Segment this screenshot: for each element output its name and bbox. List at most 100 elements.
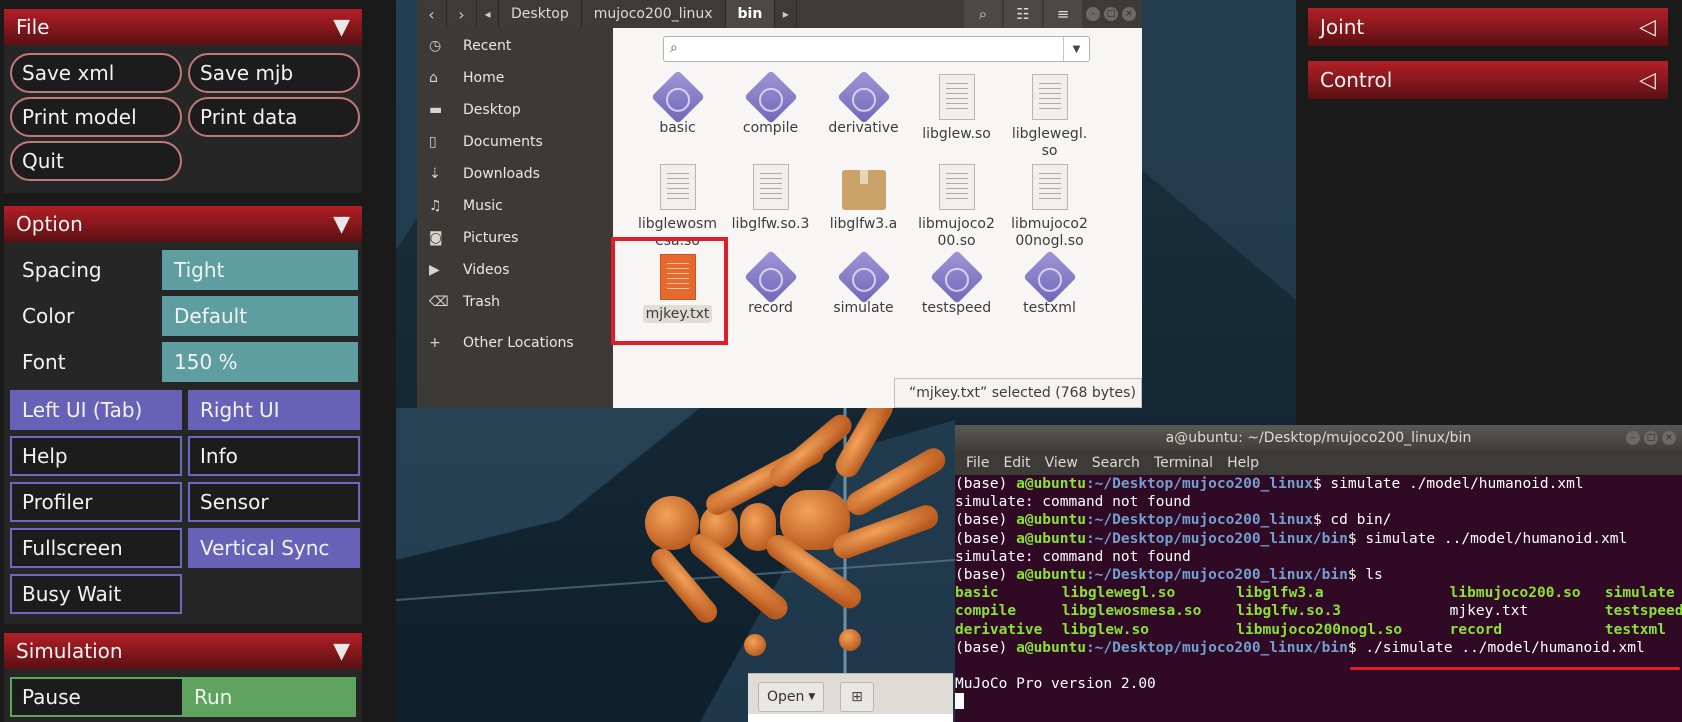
font-select[interactable]: 150 % xyxy=(162,342,358,382)
terminal-line: simulate: command not found xyxy=(955,548,1682,566)
sidebar-item-downloads[interactable]: ⇣ Downloads xyxy=(417,158,613,190)
profiler-checkbox[interactable]: Profiler xyxy=(10,482,182,522)
file-item[interactable]: libglew.so xyxy=(910,74,1003,143)
file-item[interactable]: simulate xyxy=(817,250,910,317)
menu-edit[interactable]: Edit xyxy=(996,455,1037,471)
file-item[interactable]: testxml xyxy=(1003,250,1096,317)
collapse-triangle-icon: ▼ xyxy=(333,638,350,664)
file-item[interactable]: derivative xyxy=(817,70,910,137)
close-icon[interactable]: × xyxy=(1662,431,1676,445)
sidebar-item-pictures[interactable]: ◙ Pictures xyxy=(417,222,613,254)
executable-icon xyxy=(743,250,798,304)
file-item[interactable]: libmujoco2 00.so xyxy=(910,164,1003,250)
menu-view[interactable]: View xyxy=(1038,455,1085,471)
sidebar-item-documents[interactable]: ▯ Documents xyxy=(417,126,613,158)
joint-section-header[interactable]: Joint ◁ xyxy=(1308,8,1668,46)
help-checkbox[interactable]: Help xyxy=(10,436,182,476)
terminal-window[interactable]: a@ubuntu: ~/Desktop/mujoco200_linux/bin … xyxy=(955,425,1682,722)
breadcrumb-mujoco200-linux[interactable]: mujoco200_linux xyxy=(582,0,726,28)
video-icon: ▶ xyxy=(429,262,440,278)
open-button[interactable]: Open ▼ xyxy=(758,682,825,712)
print-model-button[interactable]: Print model xyxy=(10,97,182,137)
right-ui-checkbox[interactable]: Right UI xyxy=(188,390,360,430)
color-select[interactable]: Default xyxy=(162,296,358,336)
maximize-icon[interactable]: □ xyxy=(1644,431,1658,445)
breadcrumb-desktop[interactable]: Desktop xyxy=(499,0,582,28)
busy-wait-checkbox[interactable]: Busy Wait xyxy=(10,574,182,614)
quit-button[interactable]: Quit xyxy=(10,141,182,181)
collapse-triangle-icon: ▼ xyxy=(333,211,350,237)
plus-icon: + xyxy=(429,335,441,351)
file-item[interactable]: libglfw3.a xyxy=(817,164,910,233)
pause-radio[interactable]: Pause xyxy=(10,677,184,717)
ls-entry: testxml xyxy=(1604,621,1666,638)
file-section-header[interactable]: File ▼ xyxy=(4,9,362,45)
simulation-section-header[interactable]: Simulation ▼ xyxy=(4,633,362,669)
terminal-output[interactable]: (base) a@ubuntu :~/Desktop/mujoco200_linu… xyxy=(955,475,1682,711)
pin-icon[interactable]: ⊞ xyxy=(840,682,874,712)
prompt-user: a@ubuntu xyxy=(1016,476,1086,492)
breadcrumb-left-icon[interactable]: ◂ xyxy=(477,0,499,28)
sidebar-item-label: Downloads xyxy=(463,166,540,182)
info-checkbox[interactable]: Info xyxy=(188,436,360,476)
prompt-user: a@ubuntu xyxy=(1016,567,1086,584)
menu-icon[interactable]: ≡ xyxy=(1044,0,1082,28)
sidebar-item-other-locations[interactable]: + Other Locations xyxy=(417,327,613,359)
save-mjb-button[interactable]: Save mjb xyxy=(188,53,360,93)
fullscreen-checkbox[interactable]: Fullscreen xyxy=(10,528,182,568)
chevron-down-icon[interactable]: ▼ xyxy=(1063,37,1089,61)
file-icon xyxy=(752,164,789,210)
prompt-path: :~/Desktop/mujoco200_linux/bin xyxy=(1085,530,1348,547)
sidebar-item-videos[interactable]: ▶ Videos xyxy=(417,254,613,286)
file-item[interactable]: compile xyxy=(724,70,817,137)
sidebar-item-label: Documents xyxy=(463,134,543,150)
file-icon xyxy=(938,164,975,210)
file-item[interactable]: libglfw.so.3 xyxy=(724,164,817,233)
minimize-icon[interactable]: – xyxy=(1626,431,1640,445)
left-ui-checkbox[interactable]: Left UI (Tab) xyxy=(10,390,182,430)
search-input[interactable]: ⌕ ▼ xyxy=(663,36,1090,62)
ls-entry: testspeed xyxy=(1604,603,1682,620)
breadcrumb-bin[interactable]: bin xyxy=(725,0,776,28)
spacing-select[interactable]: Tight xyxy=(162,250,358,290)
sidebar-item-music[interactable]: ♫ Music xyxy=(417,190,613,222)
file-item[interactable]: libglewegl. so xyxy=(1003,74,1096,160)
file-item[interactable]: basic xyxy=(631,70,724,137)
prompt-cmd: $ ./simulate ../model/humanoid.xml xyxy=(1347,639,1645,656)
close-icon[interactable]: × xyxy=(1122,7,1136,21)
prompt-env: (base) xyxy=(955,476,1017,492)
print-data-button[interactable]: Print data xyxy=(188,97,360,137)
minimize-icon[interactable]: – xyxy=(1086,7,1100,21)
view-list-icon[interactable]: ☷ xyxy=(1004,0,1042,28)
file-grid: ⌕ ▼ basic compile derivative libglew.so libg… xyxy=(613,28,1142,408)
sidebar-item-desktop[interactable]: ▬ Desktop xyxy=(417,94,613,126)
sidebar-item-label: Trash xyxy=(463,294,500,310)
breadcrumb-right-icon[interactable]: ▸ xyxy=(775,0,798,28)
simulation-section-title: Simulation xyxy=(16,639,123,663)
file-item[interactable]: record xyxy=(724,250,817,317)
save-xml-button[interactable]: Save xml xyxy=(10,53,182,93)
search-icon[interactable]: ⌕ xyxy=(964,0,1002,28)
terminal-line: compile libglewosmesa.so libglfw.so.3 mjkey… xyxy=(955,602,1682,620)
file-item[interactable]: libmujoco2 00nogl.so xyxy=(1003,164,1096,250)
collapse-triangle-icon: ▼ xyxy=(333,14,350,40)
forward-icon[interactable]: › xyxy=(447,0,477,28)
sidebar-item-home[interactable]: ⌂ Home xyxy=(417,62,613,94)
maximize-icon[interactable]: □ xyxy=(1104,7,1118,21)
file-item[interactable]: testspeed xyxy=(910,250,1003,317)
clock-icon: ◷ xyxy=(429,38,442,54)
vertical-sync-checkbox[interactable]: Vertical Sync xyxy=(188,528,360,568)
sidebar-item-trash[interactable]: ⌫ Trash xyxy=(417,286,613,318)
back-icon[interactable]: ‹ xyxy=(417,0,447,28)
joint-section-title: Joint xyxy=(1320,15,1365,39)
sensor-checkbox[interactable]: Sensor xyxy=(188,482,360,522)
run-radio[interactable]: Run xyxy=(184,677,356,717)
sidebar-item-recent[interactable]: ◷ Recent xyxy=(417,30,613,62)
menu-search[interactable]: Search xyxy=(1085,455,1147,471)
file-icon xyxy=(659,164,696,210)
control-section-header[interactable]: Control ◁ xyxy=(1308,61,1668,99)
menu-help[interactable]: Help xyxy=(1220,455,1266,471)
menu-terminal[interactable]: Terminal xyxy=(1147,455,1220,471)
menu-file[interactable]: File xyxy=(959,455,996,471)
option-section-header[interactable]: Option ▼ xyxy=(4,206,362,242)
